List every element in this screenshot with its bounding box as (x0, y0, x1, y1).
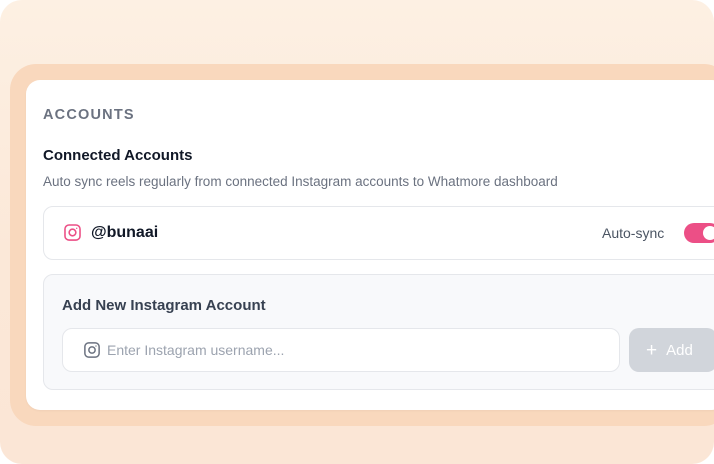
connected-account-row: @bunaai Auto-sync (43, 206, 714, 260)
instagram-icon (84, 342, 100, 358)
username-input[interactable] (107, 329, 607, 370)
section-title: ACCOUNTS (43, 107, 135, 123)
account-handle: @bunaai (91, 224, 159, 241)
plus-icon: + (646, 339, 658, 361)
add-button[interactable]: + Add (629, 328, 714, 372)
username-field[interactable] (62, 328, 620, 372)
connected-accounts-heading: Connected Accounts (43, 147, 193, 164)
accounts-card: ACCOUNTS Connected Accounts Auto sync re… (26, 80, 714, 410)
add-account-panel: Add New Instagram Account + Add (43, 274, 714, 390)
auto-sync-toggle[interactable] (684, 223, 714, 243)
toggle-knob (703, 226, 714, 240)
add-account-title: Add New Instagram Account (62, 297, 266, 314)
add-button-label: Add (666, 341, 693, 359)
instagram-icon (64, 224, 81, 241)
connected-accounts-description: Auto sync reels regularly from connected… (43, 174, 558, 189)
auto-sync-label: Auto-sync (602, 225, 665, 241)
